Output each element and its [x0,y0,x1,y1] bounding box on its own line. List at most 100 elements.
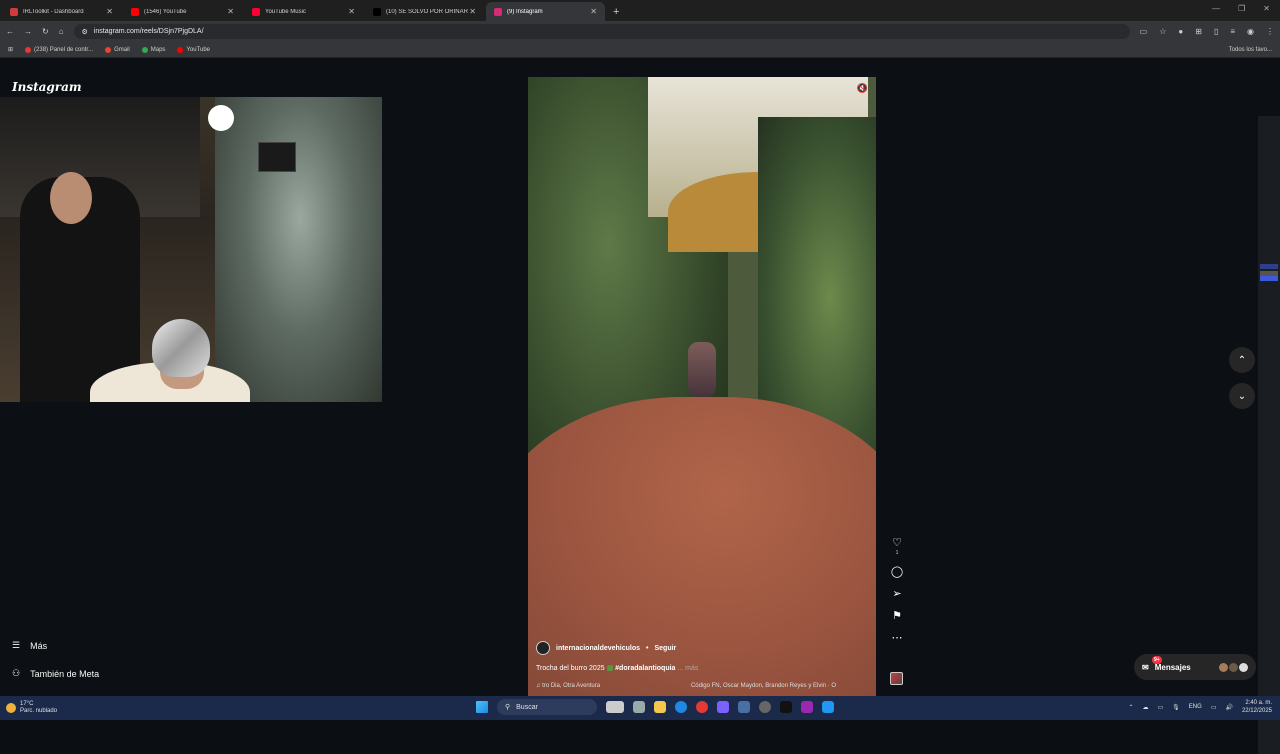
browser-tab[interactable]: IRLToolkit - Dashboard ✕ [2,2,121,21]
tab-close-icon[interactable]: ✕ [348,7,355,16]
edge-icon[interactable] [675,701,687,713]
nav-also-meta-label: También de Meta [30,668,100,679]
bookmark-item[interactable]: Maps [141,46,165,53]
browser-tab[interactable]: YouTube Music ✕ [244,2,363,21]
instagram-logo[interactable]: Instagram [12,80,82,94]
restore-icon[interactable]: ❐ [1238,4,1245,13]
home-icon[interactable]: ⌂ [59,27,64,36]
audio-title[interactable]: tro Dia, Otra Aventura [542,683,600,689]
tab-title: YouTube Music [265,8,306,15]
reel-meta: internacionaldevehiculos • Seguir Trocha… [536,641,836,689]
url-text: instagram.com/reels/DSjn7PjgDLA/ [93,28,204,35]
clock-date: 22/12/2025 [1241,708,1272,714]
language-indicator[interactable]: ENG [1189,704,1202,710]
volume-icon[interactable]: 🔊 [1225,704,1232,711]
caption-more[interactable]: ... más [677,665,698,672]
folder-icon[interactable]: ▭ [1158,704,1164,711]
tab-title: (9) Instagram [507,8,543,15]
bookmark-favicon-icon [25,46,32,53]
app-icon-2[interactable] [801,701,813,713]
follow-button[interactable]: Seguir [654,645,676,652]
media-icon[interactable]: ≡ [1230,27,1235,36]
apps-grid-icon[interactable]: ⊞ [8,46,13,53]
browser-tab[interactable]: (1546) YouTube ✕ [123,2,242,21]
reload-icon[interactable]: ↻ [42,27,49,36]
mute-icon[interactable]: 🔇 [857,83,868,94]
bookmark-star-icon[interactable]: ☆ [1159,27,1166,36]
widget-thumbnail[interactable] [606,701,624,713]
windows-taskbar: 17°C Parc. nublado ⚲ Buscar ⌃ ☁ ▭ 🎙 ENG … [0,696,1280,720]
share-icon[interactable]: ➢ [892,587,901,600]
extension-icon[interactable]: ● [1178,27,1183,36]
search-icon: ⚲ [505,704,511,711]
address-bar[interactable]: ⚙ instagram.com/reels/DSjn7PjgDLA/ [73,24,1130,39]
file-explorer-icon[interactable] [654,701,666,713]
browser-toolbar: ← → ↻ ⌂ ⚙ instagram.com/reels/DSjn7PjgDL… [0,21,1280,42]
tab-close-icon[interactable]: ✕ [106,7,113,16]
messages-button[interactable]: ✉ 9+ Mensajes [1134,654,1256,680]
all-bookmarks-folder[interactable]: Todos los favo... [1229,47,1272,53]
browser-tab-bar: IRLToolkit - Dashboard ✕ (1546) YouTube ✕ Yo… [0,0,1280,21]
cast-icon[interactable]: ▭ [1140,27,1148,36]
new-tab-button[interactable]: + [613,6,619,18]
obs-icon[interactable] [759,701,771,713]
save-icon[interactable]: ⚑ [892,609,902,622]
next-reel-button[interactable]: ⌄ [1229,383,1255,409]
reel-hashtag[interactable]: #doradalantioquia [615,665,675,672]
bookmark-favicon-icon [105,46,112,53]
sidebar-icon[interactable]: ▯ [1214,27,1218,36]
tab-favicon-icon [373,7,381,16]
close-window-icon[interactable]: ✕ [1263,4,1270,13]
nav-also-meta[interactable]: ⚇ También de Meta [12,668,99,679]
bookmark-item[interactable]: Gmail [105,46,130,53]
chevron-down-icon: ⌄ [1237,390,1247,402]
forward-icon[interactable]: → [24,27,32,36]
steam-icon[interactable] [738,701,750,713]
audio-thumbnail[interactable] [890,672,903,685]
minimize-icon[interactable]: — [1212,4,1220,13]
site-info-icon[interactable]: ⚙ [82,28,88,36]
extensions-puzzle-icon[interactable]: ⊞ [1195,27,1202,36]
tray-chevron-icon[interactable]: ⌃ [1128,704,1133,711]
bookmark-favicon-icon [141,46,148,53]
clock[interactable]: 2:40 a. m. 22/12/2025 [1242,699,1272,715]
weather-widget[interactable]: 17°C Parc. nublado [6,701,57,715]
tiktok-icon[interactable] [780,701,792,713]
browser-tab[interactable]: (10) SE SOLVO POR ORINAR - ... ✕ [365,2,484,21]
reel-actions: ♡ 1 ◯ ➢ ⚑ ⋯ [887,536,907,644]
taskbar-search[interactable]: ⚲ Buscar [497,699,597,715]
tab-close-icon[interactable]: ✕ [590,7,597,16]
clock-time: 2:40 a. m. [1245,700,1272,706]
chrome-icon[interactable] [696,701,708,713]
display-icon[interactable]: ▭ [1211,704,1217,711]
comment-icon[interactable]: ◯ [891,565,903,578]
menu-icon[interactable]: ⋮ [1266,27,1274,36]
app-icon-3[interactable] [822,701,834,713]
back-icon[interactable]: ← [6,27,14,36]
profile-avatar[interactable]: ◉ [1247,27,1254,36]
bookmark-item[interactable]: (238) Panel de contr... [25,46,93,53]
tab-favicon-icon [252,7,260,16]
like-icon[interactable]: ♡ [892,536,902,549]
previous-reel-button[interactable]: ⌃ [1229,347,1255,373]
reel-video[interactable]: 🔇 internacionaldevehiculos • Seguir Troc… [528,77,876,697]
tab-favicon-icon [10,7,18,16]
account-name[interactable]: internacionaldevehiculos [556,645,640,652]
side-panel-strip [1258,116,1280,754]
bookmark-favicon-icon [177,46,184,53]
tab-close-icon[interactable]: ✕ [227,7,234,16]
tab-close-icon[interactable]: ✕ [469,7,476,16]
audio-credits: Código FN, Oscar Maydon, Brandon Reyes y… [690,683,836,689]
nav-more[interactable]: ☰ Más [12,640,47,651]
task-view-icon[interactable] [633,701,645,713]
mic-icon[interactable]: 🎙 [1172,704,1180,711]
cloud-icon[interactable]: ☁ [1143,704,1149,711]
message-avatars [1219,662,1248,672]
more-options-icon[interactable]: ⋯ [892,631,903,644]
weather-icon [6,703,16,713]
browser-tab[interactable]: (9) Instagram ✕ [486,2,605,21]
account-avatar[interactable] [536,641,550,655]
app-icon[interactable] [717,701,729,713]
start-button[interactable] [476,701,488,713]
bookmark-item[interactable]: YouTube [177,46,210,53]
